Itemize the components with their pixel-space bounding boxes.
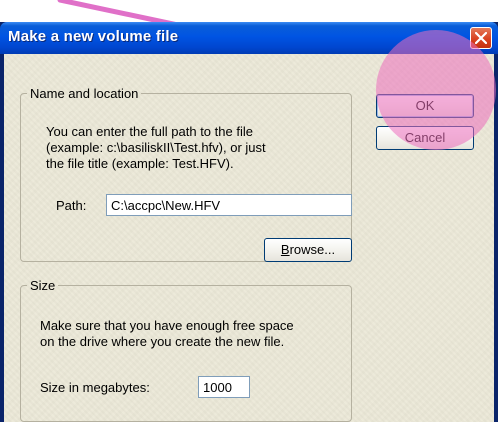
size-description-line1: Make sure that you have enough free spac… [40,318,294,333]
browse-label: rowse... [289,242,336,257]
title-bar[interactable]: Make a new volume file [0,22,498,54]
ok-button[interactable]: OK [376,94,474,118]
size-group: Size [20,278,352,422]
name-location-description-line2: (example: c:\basiliskII\Test.hfv), or ju… [46,140,266,155]
cancel-button[interactable]: Cancel [376,126,474,150]
close-button[interactable] [470,27,492,49]
size-legend: Size [30,278,56,293]
dialog-client-area: Name and location You can enter the full… [4,54,494,422]
close-icon [475,32,487,44]
path-label: Path: [56,198,87,213]
size-description-line2: on the drive where you create the new fi… [40,334,285,349]
name-location-description-line1: You can enter the full path to the file [46,124,253,139]
dialog-window: Make a new volume file Name and location… [0,22,498,422]
browse-mnemonic: B [280,242,290,257]
size-input[interactable]: 1000 [198,376,250,398]
window-title: Make a new volume file [8,28,179,45]
name-location-group: Name and location [20,86,352,262]
size-label: Size in megabytes: [40,380,150,395]
name-location-description-line3: the file title (example: Test.HFV). [46,156,234,171]
browse-button[interactable]: Browse... [264,238,352,262]
name-location-legend: Name and location [30,86,139,101]
path-input[interactable]: C:\accpc\New.HFV [106,194,352,216]
